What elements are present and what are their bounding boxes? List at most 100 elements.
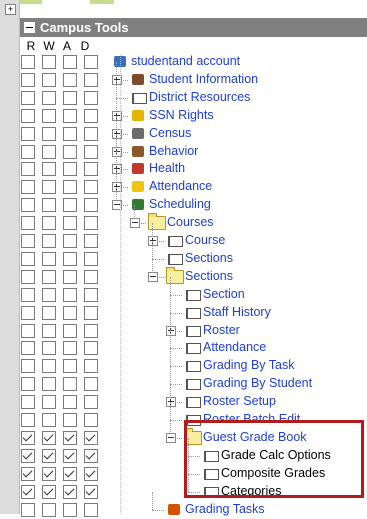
checkbox-w[interactable] — [42, 251, 56, 266]
tree-item-label[interactable]: Grading By Task — [203, 358, 294, 372]
checkbox-a[interactable] — [63, 466, 77, 481]
checkbox-w[interactable] — [42, 72, 56, 87]
checkbox-r[interactable] — [21, 55, 35, 69]
tree-item-label[interactable]: Roster Setup — [203, 394, 276, 408]
checkbox-d[interactable] — [84, 305, 98, 320]
checkbox-a[interactable] — [63, 90, 77, 105]
tree-item-label[interactable]: Staff History — [203, 305, 271, 319]
checkbox-d[interactable] — [84, 341, 98, 356]
checkbox-r[interactable] — [21, 251, 35, 266]
checkbox-w[interactable] — [42, 234, 56, 248]
expand-plus-icon[interactable]: + — [5, 4, 16, 15]
checkbox-d[interactable] — [84, 180, 98, 195]
checkbox-d[interactable] — [84, 162, 98, 177]
collapse-minus-icon[interactable] — [148, 271, 158, 282]
collapse-minus-icon[interactable] — [24, 22, 35, 33]
checkbox-w[interactable] — [42, 341, 56, 356]
checkbox-d[interactable] — [84, 108, 98, 123]
checkbox-r[interactable] — [21, 413, 35, 427]
checkbox-a[interactable] — [63, 430, 77, 445]
checkbox-r[interactable] — [21, 162, 35, 177]
checkbox-r[interactable] — [21, 466, 35, 481]
checkbox-r[interactable] — [21, 430, 35, 445]
checkbox-d[interactable] — [84, 323, 98, 338]
checkbox-a[interactable] — [63, 108, 77, 123]
checkbox-d[interactable] — [84, 216, 98, 231]
collapse-minus-icon[interactable] — [130, 218, 140, 229]
checkbox-w[interactable] — [42, 216, 56, 231]
checkbox-w[interactable] — [42, 269, 56, 284]
checkbox-d[interactable] — [84, 198, 98, 213]
checkbox-r[interactable] — [21, 341, 35, 356]
checkbox-d[interactable] — [84, 144, 98, 159]
checkbox-r[interactable] — [21, 269, 35, 284]
checkbox-w[interactable] — [42, 144, 56, 159]
checkbox-a[interactable] — [63, 269, 77, 284]
checkbox-w[interactable] — [42, 484, 56, 499]
checkbox-w[interactable] — [42, 413, 56, 427]
checkbox-a[interactable] — [63, 287, 77, 302]
checkbox-r[interactable] — [21, 305, 35, 320]
checkbox-r[interactable] — [21, 108, 35, 123]
checkbox-r[interactable] — [21, 234, 35, 248]
checkbox-r[interactable] — [21, 359, 35, 374]
checkbox-r[interactable] — [21, 287, 35, 302]
checkbox-r[interactable] — [21, 502, 35, 517]
checkbox-a[interactable] — [63, 359, 77, 374]
tree-item-label[interactable]: Course — [185, 233, 225, 247]
checkbox-d[interactable] — [84, 90, 98, 105]
checkbox-w[interactable] — [42, 377, 56, 392]
checkbox-a[interactable] — [63, 341, 77, 356]
checkbox-r[interactable] — [21, 377, 35, 392]
checkbox-d[interactable] — [84, 251, 98, 266]
checkbox-d[interactable] — [84, 126, 98, 141]
checkbox-a[interactable] — [63, 234, 77, 248]
checkbox-d[interactable] — [84, 502, 98, 517]
checkbox-d[interactable] — [84, 377, 98, 392]
checkbox-d[interactable] — [84, 395, 98, 410]
checkbox-a[interactable] — [63, 413, 77, 427]
checkbox-a[interactable] — [63, 198, 77, 213]
tree-item-label[interactable]: Courses — [167, 215, 214, 229]
checkbox-d[interactable] — [84, 269, 98, 284]
tree-item-label[interactable]: Grading By Student — [203, 376, 312, 390]
tree-item-label[interactable]: Sections — [185, 251, 233, 265]
checkbox-r[interactable] — [21, 216, 35, 231]
checkbox-r[interactable] — [21, 126, 35, 141]
checkbox-a[interactable] — [63, 448, 77, 463]
checkbox-w[interactable] — [42, 55, 56, 69]
checkbox-d[interactable] — [84, 234, 98, 248]
tree-item-label[interactable]: Scheduling — [149, 197, 211, 211]
collapse-minus-icon[interactable] — [166, 432, 176, 443]
checkbox-w[interactable] — [42, 395, 56, 410]
checkbox-d[interactable] — [84, 448, 98, 463]
checkbox-d[interactable] — [84, 430, 98, 445]
checkbox-d[interactable] — [84, 484, 98, 499]
tree-item-label[interactable]: Student Information — [149, 72, 258, 86]
checkbox-w[interactable] — [42, 305, 56, 320]
checkbox-r[interactable] — [21, 72, 35, 87]
checkbox-a[interactable] — [63, 72, 77, 87]
checkbox-r[interactable] — [21, 395, 35, 410]
checkbox-r[interactable] — [21, 448, 35, 463]
checkbox-d[interactable] — [84, 466, 98, 481]
checkbox-w[interactable] — [42, 198, 56, 213]
checkbox-a[interactable] — [63, 323, 77, 338]
tree-item-label[interactable]: studentand account — [131, 54, 240, 68]
checkbox-d[interactable] — [84, 72, 98, 87]
checkbox-r[interactable] — [21, 323, 35, 338]
checkbox-w[interactable] — [42, 287, 56, 302]
checkbox-r[interactable] — [21, 484, 35, 499]
checkbox-a[interactable] — [63, 395, 77, 410]
checkbox-a[interactable] — [63, 305, 77, 320]
checkbox-a[interactable] — [63, 144, 77, 159]
tree-item-label[interactable]: Roster — [203, 323, 240, 337]
tree-item-label[interactable]: District Resources — [149, 90, 250, 104]
expand-plus-icon[interactable] — [148, 236, 158, 246]
checkbox-a[interactable] — [63, 502, 77, 517]
expand-plus-icon[interactable] — [166, 397, 176, 408]
checkbox-w[interactable] — [42, 502, 56, 517]
checkbox-w[interactable] — [42, 180, 56, 195]
checkbox-r[interactable] — [21, 198, 35, 213]
checkbox-d[interactable] — [84, 359, 98, 374]
